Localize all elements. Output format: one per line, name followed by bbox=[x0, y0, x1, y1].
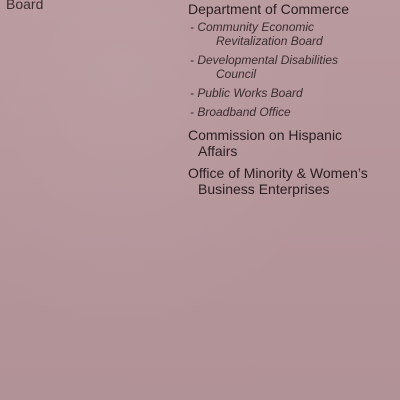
sub-item-line-wrap: Council bbox=[216, 67, 257, 81]
left-column-fragment: Board bbox=[6, 0, 44, 12]
heading-hispanic-affairs: Commission on Hispanic Affairs bbox=[188, 127, 393, 159]
heading-line-wrap: Affairs bbox=[198, 143, 238, 159]
heading-minority-womens-business: Office of Minority & Women’s Business En… bbox=[188, 165, 393, 197]
heading-department-of-commerce: Department of Commerce bbox=[188, 1, 350, 17]
sub-item-broadband-office: - Broadband Office bbox=[190, 105, 393, 119]
sub-item-line-wrap: Revitalization Board bbox=[216, 34, 323, 48]
heading-line: Office of Minority & Women’s bbox=[188, 165, 368, 181]
heading-line-wrap: Business Enterprises bbox=[198, 181, 330, 197]
document-page: Board Department of Commerce - Community… bbox=[0, 0, 400, 400]
agency-list: Department of Commerce - Community Econo… bbox=[188, 0, 393, 197]
sub-item-line: - Developmental Disabilities bbox=[190, 53, 339, 67]
sub-item-line: - Community Economic bbox=[190, 20, 315, 34]
sub-item-developmental-disabilities: - Developmental Disabilities Council bbox=[190, 53, 393, 81]
heading-line: Commission on Hispanic bbox=[188, 127, 343, 143]
sub-item-community-economic: - Community Economic Revitalization Boar… bbox=[190, 20, 393, 48]
commerce-sub-list: - Community Economic Revitalization Boar… bbox=[188, 20, 393, 119]
sub-item-line: - Public Works Board bbox=[190, 86, 303, 100]
sub-item-public-works: - Public Works Board bbox=[190, 86, 393, 100]
sub-item-line: - Broadband Office bbox=[190, 105, 291, 119]
